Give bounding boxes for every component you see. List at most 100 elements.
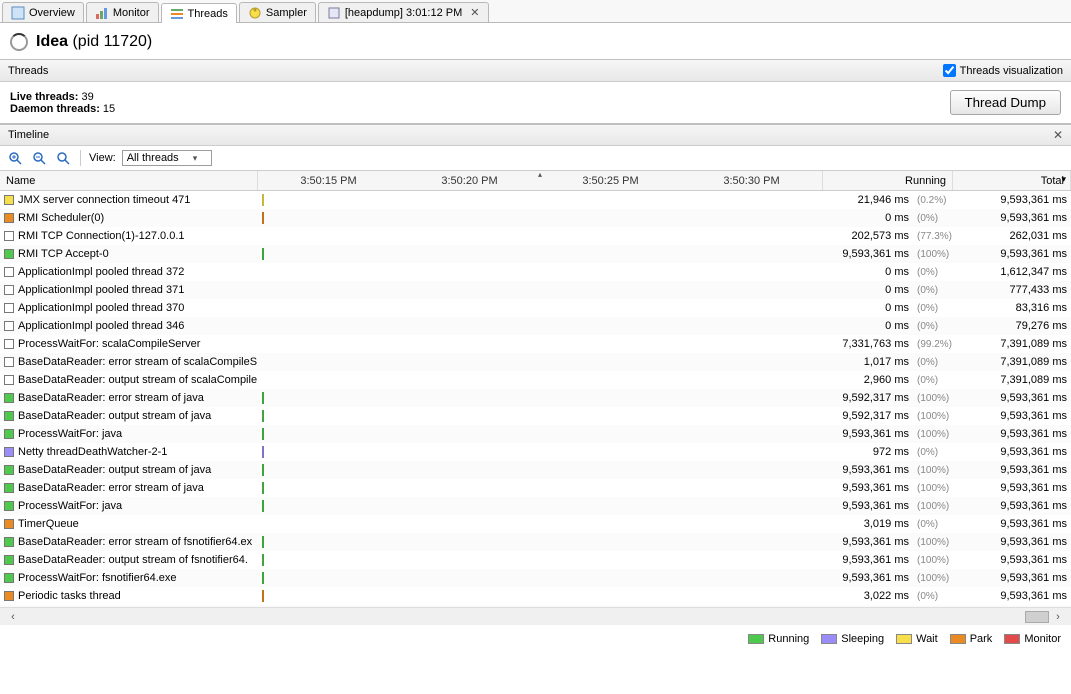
timeline-cell — [258, 533, 823, 551]
thread-bar — [262, 482, 264, 494]
running-pct: (100%) — [913, 533, 953, 551]
thread-name: JMX server connection timeout 471 — [18, 194, 190, 206]
timeline-cell — [258, 461, 823, 479]
total-value: 777,433 ms — [953, 281, 1071, 299]
separator — [80, 150, 81, 166]
table-row[interactable]: BaseDataReader: output stream of fsnotif… — [0, 551, 1071, 569]
timeline-cell — [258, 191, 823, 209]
legend-label: Park — [970, 633, 993, 645]
thread-dump-button[interactable]: Thread Dump — [950, 90, 1062, 115]
horizontal-scrollbar[interactable]: ‹ › — [0, 607, 1071, 625]
total-value: 9,593,361 ms — [953, 479, 1071, 497]
tab-heapdump[interactable]: [heapdump] 3:01:12 PM ✕ — [318, 2, 489, 22]
threads-viz-checkbox[interactable]: Threads visualization — [943, 64, 1063, 77]
thread-name: Periodic tasks thread — [18, 590, 121, 602]
table-row[interactable]: BaseDataReader: output stream of java9,5… — [0, 407, 1071, 425]
col-running[interactable]: Running — [823, 171, 953, 190]
thread-name-cell: ProcessWaitFor: java — [0, 425, 258, 443]
table-row[interactable]: BaseDataReader: error stream of java9,59… — [0, 479, 1071, 497]
table-row[interactable]: BaseDataReader: error stream of scalaCom… — [0, 353, 1071, 371]
table-row[interactable]: BaseDataReader: output stream of scalaCo… — [0, 371, 1071, 389]
col-total[interactable]: Total ▾ — [953, 171, 1071, 190]
thread-name-cell: RMI TCP Connection(1)-127.0.0.1 — [0, 227, 258, 245]
tab-threads[interactable]: Threads — [161, 3, 237, 23]
close-icon[interactable]: ✕ — [1053, 128, 1063, 142]
running-pct: (0%) — [913, 587, 953, 605]
table-row[interactable]: ApplicationImpl pooled thread 3710 ms(0%… — [0, 281, 1071, 299]
table-row[interactable]: AWT-EventQueue-0 2017.1#IC-171.3019.7 ID… — [0, 605, 1071, 607]
status-swatch — [4, 483, 14, 493]
total-value: 7,391,089 ms — [953, 353, 1071, 371]
chevron-down-icon: ▾ — [193, 153, 198, 164]
tab-label: Monitor — [113, 7, 150, 19]
table-row[interactable]: RMI TCP Accept-09,593,361 ms(100%)9,593,… — [0, 245, 1071, 263]
scroll-left-icon[interactable]: ‹ — [6, 611, 20, 623]
table-row[interactable]: ProcessWaitFor: java9,593,361 ms(100%)9,… — [0, 425, 1071, 443]
scroll-right-icon[interactable]: › — [1051, 611, 1065, 623]
table-row[interactable]: BaseDataReader: error stream of java9,59… — [0, 389, 1071, 407]
table-row[interactable]: BaseDataReader: output stream of java9,5… — [0, 461, 1071, 479]
thread-name-cell: BaseDataReader: error stream of java — [0, 389, 258, 407]
view-dropdown[interactable]: All threads ▾ — [122, 150, 212, 166]
legend-swatch — [821, 634, 837, 644]
total-value: 9,593,361 ms — [953, 191, 1071, 209]
status-swatch — [4, 303, 14, 313]
thread-name-cell: BaseDataReader: output stream of scalaCo… — [0, 371, 258, 389]
running-value: 9,593,361 ms — [823, 425, 913, 443]
table-row[interactable]: Periodic tasks thread3,022 ms(0%)9,593,3… — [0, 587, 1071, 605]
tab-label: [heapdump] 3:01:12 PM — [345, 7, 462, 19]
table-row[interactable]: TimerQueue3,019 ms(0%)9,593,361 ms — [0, 515, 1071, 533]
thread-bar — [262, 428, 264, 440]
legend-swatch — [896, 634, 912, 644]
scrollbar-thumb[interactable] — [1025, 611, 1049, 623]
total-value: 9,593,361 ms — [953, 407, 1071, 425]
running-value: 972 ms — [823, 443, 913, 461]
thread-name: BaseDataReader: output stream of fsnotif… — [18, 554, 248, 566]
thread-bar — [262, 572, 264, 584]
timeline-panel: Timeline ✕ View: All threads ▾ Name ▴ 3:… — [0, 124, 1071, 625]
sampler-icon — [248, 6, 262, 20]
chevron-down-icon[interactable]: ▾ — [1061, 174, 1066, 185]
table-row[interactable]: ProcessWaitFor: fsnotifier64.exe9,593,36… — [0, 569, 1071, 587]
zoom-reset-icon[interactable] — [54, 149, 72, 167]
thread-name-cell: JMX server connection timeout 471 — [0, 191, 258, 209]
running-pct: (100%) — [913, 497, 953, 515]
tab-overview[interactable]: Overview — [2, 2, 84, 22]
table-row[interactable]: JMX server connection timeout 47121,946 … — [0, 191, 1071, 209]
thread-name-cell: ApplicationImpl pooled thread 371 — [0, 281, 258, 299]
total-value: 262,031 ms — [953, 227, 1071, 245]
col-timeline[interactable]: ▴ 3:50:15 PM3:50:20 PM3:50:25 PM3:50:30 … — [258, 171, 823, 190]
threads-viz-input[interactable] — [943, 64, 956, 77]
zoom-in-icon[interactable] — [6, 149, 24, 167]
status-swatch — [4, 321, 14, 331]
running-value: 9,593,361 ms — [823, 461, 913, 479]
zoom-out-icon[interactable] — [30, 149, 48, 167]
timeline-cell — [258, 605, 823, 607]
status-swatch — [4, 555, 14, 565]
daemon-threads-label: Daemon threads: — [10, 103, 100, 115]
table-row[interactable]: ProcessWaitFor: scalaCompileServer7,331,… — [0, 335, 1071, 353]
tab-sampler[interactable]: Sampler — [239, 2, 316, 22]
table-row[interactable]: BaseDataReader: error stream of fsnotifi… — [0, 533, 1071, 551]
table-body[interactable]: JMX server connection timeout 47121,946 … — [0, 191, 1071, 607]
thread-name: ApplicationImpl pooled thread 371 — [18, 284, 184, 296]
table-row[interactable]: RMI Scheduler(0)0 ms(0%)9,593,361 ms — [0, 209, 1071, 227]
tab-monitor[interactable]: Monitor — [86, 2, 159, 22]
thread-name-cell: BaseDataReader: output stream of fsnotif… — [0, 551, 258, 569]
table-row[interactable]: RMI TCP Connection(1)-127.0.0.1202,573 m… — [0, 227, 1071, 245]
close-icon[interactable]: ✕ — [470, 6, 479, 19]
table-row[interactable]: ApplicationImpl pooled thread 3460 ms(0%… — [0, 317, 1071, 335]
table-row[interactable]: ApplicationImpl pooled thread 3720 ms(0%… — [0, 263, 1071, 281]
col-name[interactable]: Name — [0, 171, 258, 190]
thread-name: ApplicationImpl pooled thread 346 — [18, 320, 184, 332]
legend-item-wait: Wait — [896, 633, 938, 645]
thread-name: ApplicationImpl pooled thread 372 — [18, 266, 184, 278]
total-value: 1,612,347 ms — [953, 263, 1071, 281]
table-row[interactable]: ApplicationImpl pooled thread 3700 ms(0%… — [0, 299, 1071, 317]
table-row[interactable]: Netty threadDeathWatcher-2-1972 ms(0%)9,… — [0, 443, 1071, 461]
legend: RunningSleepingWaitParkMonitor — [0, 625, 1071, 653]
table-row[interactable]: ProcessWaitFor: java9,593,361 ms(100%)9,… — [0, 497, 1071, 515]
timeline-title: Timeline — [8, 129, 49, 141]
running-pct: (0%) — [913, 281, 953, 299]
app-name: Idea — [36, 33, 68, 50]
